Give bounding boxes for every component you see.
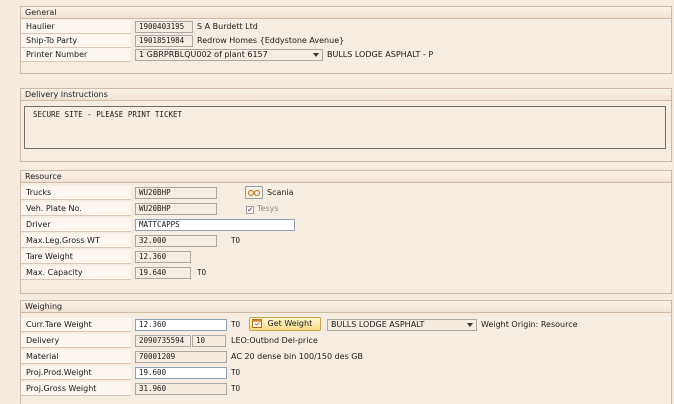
haulier-name: S A Burdett Ltd	[197, 22, 258, 31]
printer-desc: BULLS LODGE ASPHALT - P	[327, 50, 434, 59]
chevron-down-icon[interactable]	[467, 323, 473, 327]
max-leg-gross-unit: TO	[231, 236, 241, 245]
material-label: Material	[21, 350, 131, 364]
tare-label: Tare Weight	[21, 250, 131, 264]
calendar-icon	[252, 319, 262, 328]
resource-group: Resource Trucks WU20BHP Scania Veh. Plat…	[20, 170, 672, 294]
tare-field: 12.360	[135, 251, 191, 263]
material-code-field: 70001209	[135, 351, 227, 363]
max-leg-gross-label: Max.Leg.Gross WT	[21, 234, 131, 248]
material-desc: AC 20 dense bin 100/150 des GB	[231, 352, 363, 361]
resource-header: Resource	[21, 171, 671, 183]
delivery-desc: LEO:Outbnd Del-price	[231, 336, 318, 345]
ship-to-code-field: 1901851984	[135, 35, 193, 47]
general-header: General	[21, 7, 671, 19]
printer-value: 1 GBRPRBLQU002 of plant 6157	[139, 50, 268, 59]
max-capacity-field: 19.640	[135, 267, 191, 279]
curr-tare-field[interactable]: 12.360	[135, 319, 227, 331]
proj-prod-unit: TO	[231, 368, 241, 377]
weighing-header: Weighing	[21, 301, 671, 313]
trucks-field[interactable]: WU20BHP	[135, 187, 217, 199]
max-capacity-label: Max. Capacity	[21, 266, 131, 280]
chevron-down-icon[interactable]	[313, 53, 319, 57]
get-weight-label: Get Weight	[267, 319, 313, 328]
proj-gross-field: 31.960	[135, 383, 227, 395]
get-weight-button[interactable]: Get Weight	[249, 317, 321, 331]
ship-to-label: Ship-To Party	[21, 34, 131, 48]
max-capacity-unit: TO	[197, 268, 207, 277]
tesys-checkbox[interactable]: ✔	[246, 206, 254, 214]
ship-to-name: Redrow Homes {Eddystone Avenue}	[197, 36, 345, 45]
trucks-label: Trucks	[21, 186, 131, 200]
curr-tare-label: Curr.Tare Weight	[21, 318, 131, 332]
scale-dropdown[interactable]: BULLS LODGE ASPHALT	[327, 319, 477, 331]
proj-prod-label: Proj.Prod.Weight	[21, 366, 131, 380]
proj-gross-label: Proj.Gross Weight	[21, 382, 131, 396]
printer-label: Printer Number	[21, 48, 131, 62]
delivery-instructions-text: SECURE SITE - PLEASE PRINT TICKET	[33, 110, 183, 119]
weight-origin: Weight Origin: Resource	[481, 320, 578, 329]
truck-make: Scania	[267, 188, 294, 197]
max-leg-gross-field: 32.000	[135, 235, 217, 247]
driver-label: Driver	[21, 218, 131, 232]
proj-gross-unit: TO	[231, 384, 241, 393]
weighing-group: Weighing Curr.Tare Weight 12.360 TO Get …	[20, 300, 672, 404]
scale-value: BULLS LODGE ASPHALT	[331, 320, 425, 329]
driver-field[interactable]: MATTCAPPS	[135, 219, 295, 231]
haulier-code-field: 1900403195	[135, 21, 193, 33]
plate-field: WU20BHP	[135, 203, 217, 215]
truck-lookup-button[interactable]	[245, 186, 263, 199]
glasses-icon	[247, 189, 261, 197]
curr-tare-unit: TO	[231, 320, 241, 329]
delivery-label: Delivery	[21, 334, 131, 348]
delivery-code-field: 2090735594	[135, 335, 191, 347]
tesys-label: Tesys	[257, 204, 279, 213]
delivery-instructions-textarea[interactable]: SECURE SITE - PLEASE PRINT TICKET	[24, 106, 666, 149]
general-group: General Haulier 1900403195 S A Burdett L…	[20, 6, 672, 74]
plate-label: Veh. Plate No.	[21, 202, 131, 216]
printer-dropdown[interactable]: 1 GBRPRBLQU002 of plant 6157	[135, 49, 323, 61]
delivery-instructions-group: Delivery Instructions SECURE SITE - PLEA…	[20, 88, 672, 162]
delivery-item-field: 10	[192, 335, 226, 347]
delivery-instructions-header: Delivery Instructions	[21, 89, 671, 101]
haulier-label: Haulier	[21, 20, 131, 34]
proj-prod-field[interactable]: 19.600	[135, 367, 227, 379]
